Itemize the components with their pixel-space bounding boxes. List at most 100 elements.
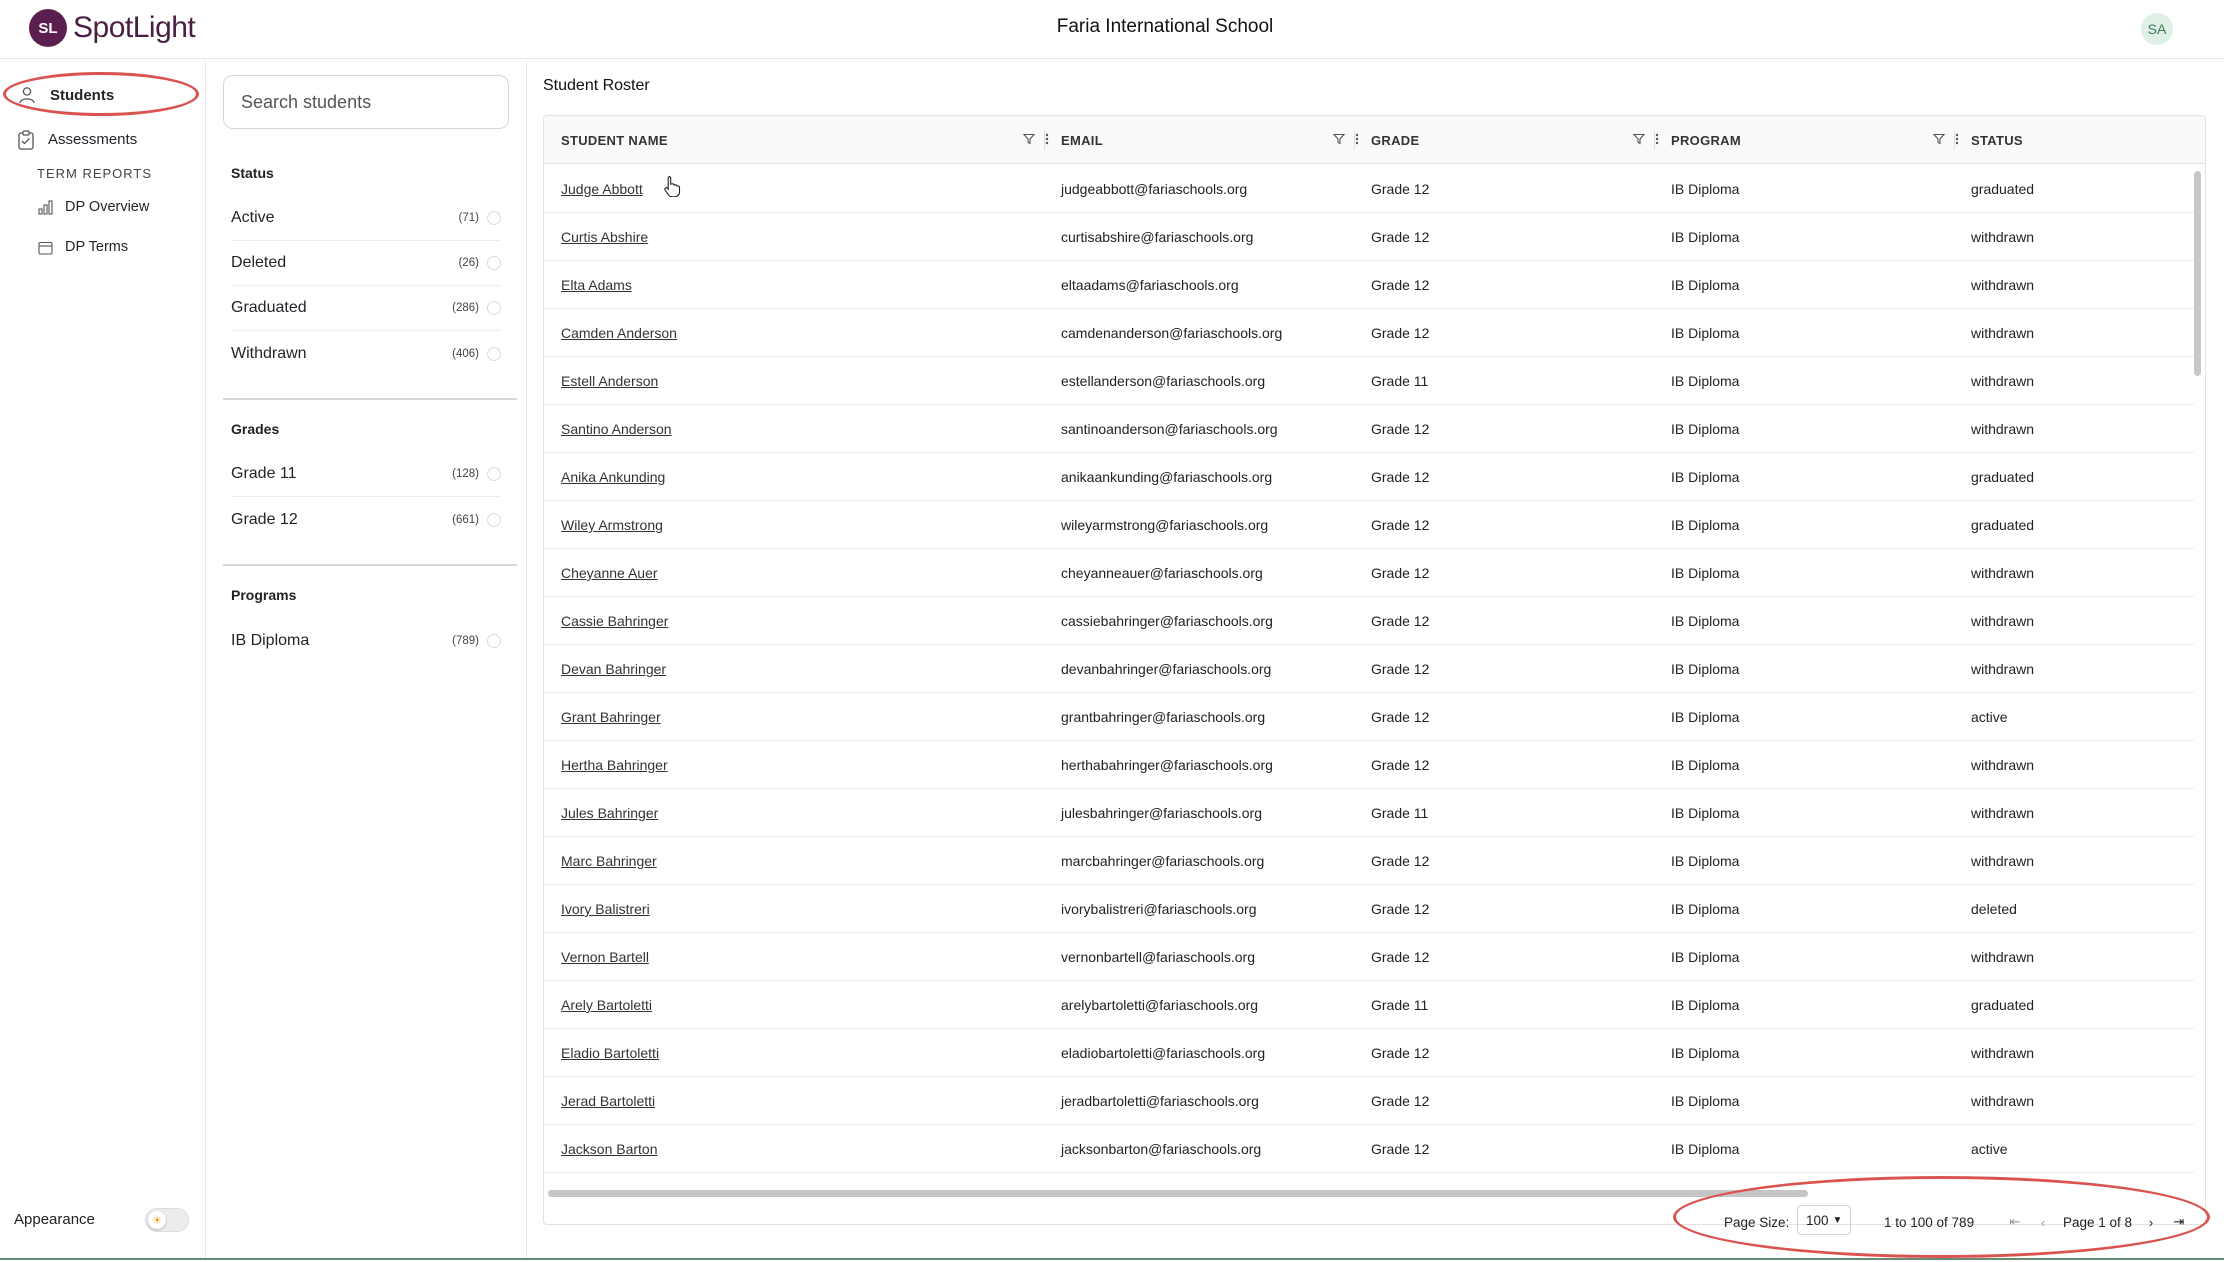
table-row[interactable]: Hertha Bahringer herthabahringer@fariasch… [544,741,2194,789]
filter-checkbox[interactable] [487,633,501,648]
table-row[interactable]: Curtis Abshire curtisabshire@fariaschools… [544,213,2194,261]
table-row[interactable]: Wiley Armstrong wileyarmstrong@fariaschoo… [544,501,2194,549]
filter-item-ib-diploma[interactable]: IB Diploma (789) [231,618,501,663]
table-row[interactable]: Cheyanne Auer cheyanneauer@fariaschools.o… [544,549,2194,597]
prev-page-icon[interactable]: ‹ [2034,1209,2052,1235]
student-name-link[interactable]: Vernon Bartell [561,933,649,981]
student-name-link[interactable]: Judge Abbott [561,165,643,213]
column-header-program[interactable]: PROGRAM [1671,116,1959,164]
filter-item-withdrawn[interactable]: Withdrawn (406) [231,331,501,376]
nav-item-students[interactable]: Students [0,78,206,112]
column-menu-icon[interactable] [1045,133,1049,148]
nav-item-assessments[interactable]: Assessments [0,122,206,156]
table-row[interactable]: Camden Anderson camdenanderson@fariaschoo… [544,309,2194,357]
table-row[interactable]: Santino Anderson santinoanderson@fariasch… [544,405,2194,453]
column-menu-icon[interactable] [1655,133,1659,148]
grade-cell: Grade 12 [1371,181,1430,197]
page-size-select[interactable]: 100 ▼ [1797,1205,1851,1235]
table-row[interactable]: Grant Bahringer grantbahringer@fariaschoo… [544,693,2194,741]
column-separator[interactable] [1354,130,1355,150]
search-input[interactable] [223,75,509,129]
student-name-link[interactable]: Estell Anderson [561,357,658,405]
column-separator[interactable] [1654,130,1655,150]
grade-cell: Grade 12 [1371,901,1430,917]
student-name-link[interactable]: Ivory Balistreri [561,885,650,933]
student-name-link[interactable]: Arely Bartoletti [561,981,652,1029]
table-row[interactable]: Judge Abbott judgeabbott@fariaschools.org… [544,165,2194,213]
filter-item-deleted[interactable]: Deleted (26) [231,241,501,286]
filter-checkbox[interactable] [487,467,501,481]
table-row[interactable]: Anika Ankunding anikaankunding@fariaschoo… [544,453,2194,501]
nav-item-dp-overview[interactable]: DP Overview [0,190,206,224]
grade-cell: Grade 12 [1371,1045,1430,1061]
filter-icon[interactable] [1022,133,1036,148]
table-row[interactable]: Cassie Bahringer cassiebahringer@fariasch… [544,597,2194,645]
column-menu-icon[interactable] [1355,133,1359,148]
filter-count: (789) [452,634,479,647]
grade-cell: Grade 12 [1371,1093,1430,1109]
filter-checkbox[interactable] [487,512,501,527]
filter-label: Deleted [231,254,287,271]
table-row[interactable]: Jackson Barton jacksonbarton@fariaschools… [544,1125,2194,1173]
column-header-email[interactable]: EMAIL [1061,116,1359,164]
filter-icon[interactable] [1932,133,1946,148]
grade-cell: Grade 12 [1371,421,1430,437]
table-row[interactable]: Ivory Balistreri ivorybalistreri@fariasch… [544,885,2194,933]
user-avatar[interactable]: SA [2141,13,2173,45]
filter-icon[interactable] [1632,133,1646,148]
student-name-link[interactable]: Jerad Bartoletti [561,1077,655,1125]
student-name-link[interactable]: Cheyanne Auer [561,549,658,597]
table-row[interactable]: Vernon Bartell vernonbartell@fariaschools… [544,933,2194,981]
nav-item-dp-terms[interactable]: DP Terms [0,230,206,264]
table-row[interactable]: Eladio Bartoletti eladiobartoletti@farias… [544,1029,2194,1077]
student-name-link[interactable]: Cassie Bahringer [561,597,668,645]
last-page-icon[interactable]: ⇥ [2170,1209,2188,1235]
student-name-link[interactable]: Marc Bahringer [561,837,657,885]
column-separator[interactable] [1954,130,1955,150]
column-separator[interactable] [1044,130,1045,150]
filter-icon[interactable] [1332,133,1346,148]
filter-item-graduated[interactable]: Graduated (286) [231,286,501,331]
student-name-link[interactable]: Wiley Armstrong [561,501,663,549]
column-menu-icon[interactable] [1955,133,1959,148]
student-name-link[interactable]: Jules Bahringer [561,789,658,837]
filter-item-grade-11[interactable]: Grade 11 (128) [231,452,501,497]
student-name-link[interactable]: Anika Ankunding [561,453,665,501]
horizontal-scrollbar[interactable] [548,1190,1808,1197]
filter-checkbox[interactable] [487,301,501,315]
table-row[interactable]: Devan Bahringer devanbahringer@fariaschoo… [544,645,2194,693]
top-bar: SL SpotLight Faria International School … [0,0,2224,59]
filter-checkbox[interactable] [487,256,501,270]
filter-divider [223,564,517,566]
student-name-link[interactable]: Curtis Abshire [561,213,648,261]
student-name-link[interactable]: Santino Anderson [561,405,672,453]
table-row[interactable]: Jules Bahringer julesbahringer@fariaschoo… [544,789,2194,837]
table-row[interactable]: Estell Anderson estellanderson@fariaschoo… [544,357,2194,405]
table-row[interactable]: Arely Bartoletti arelybartoletti@fariasch… [544,981,2194,1029]
table-row[interactable]: Marc Bahringer marcbahringer@fariaschools… [544,837,2194,885]
filter-item-active[interactable]: Active (71) [231,196,501,241]
column-header-label: PROGRAM [1671,132,1741,148]
column-header-student-name[interactable]: STUDENT NAME [561,116,1049,164]
table-row[interactable]: Elta Adams eltaadams@fariaschools.org Grad… [544,261,2194,309]
student-name-link[interactable]: Elta Adams [561,261,632,309]
email-cell: cassiebahringer@fariaschools.org [1061,613,1273,629]
filter-item-grade-12[interactable]: Grade 12 (661) [231,497,501,542]
filter-checkbox[interactable] [487,211,501,225]
table-row[interactable]: Jerad Bartoletti jeradbartoletti@fariasch… [544,1077,2194,1125]
student-name-link[interactable]: Devan Bahringer [561,645,666,693]
student-name-link[interactable]: Grant Bahringer [561,693,661,741]
filter-checkbox[interactable] [487,346,501,361]
appearance-toggle[interactable]: ☀ [145,1208,189,1232]
column-header-status[interactable]: STATUS [1971,116,2201,164]
vertical-scrollbar[interactable] [2194,171,2201,376]
student-name-link[interactable]: Jackson Barton [561,1125,658,1173]
student-name-link[interactable]: Eladio Bartoletti [561,1029,659,1077]
sun-icon: ☀ [148,1211,166,1229]
next-page-icon[interactable]: › [2142,1209,2160,1235]
student-name-link[interactable]: Camden Anderson [561,309,677,357]
first-page-icon[interactable]: ⇤ [2006,1209,2024,1235]
student-name-link[interactable]: Hertha Bahringer [561,741,668,789]
page-indicator: Page 1 of 8 [2063,1214,2133,1230]
column-header-grade[interactable]: GRADE [1371,116,1659,164]
